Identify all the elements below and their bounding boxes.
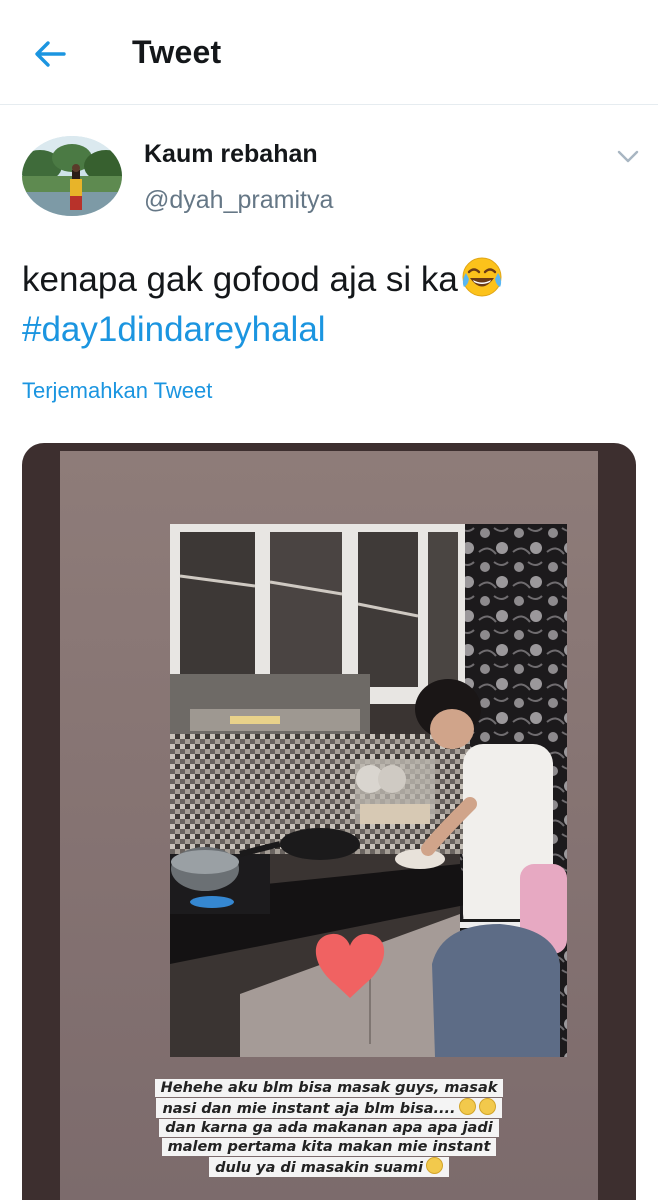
caption-line: malem pertama kita makan mie instant [161,1138,497,1156]
story-caption: Hehehe aku blm bisa masak guys, masak na… [140,1079,518,1178]
caption-line: dan karna ga ada makanan apa apa jadi [159,1119,499,1137]
more-options-button[interactable] [614,144,642,168]
caption-line: dulu ya di masakin suami [209,1157,449,1177]
avatar[interactable] [22,136,122,216]
chevron-down-icon [617,150,639,163]
caption-line: nasi dan mie instant aja blm bisa.... [156,1098,502,1118]
drooling-face-icon [425,1157,443,1174]
worried-face-icon [458,1098,476,1115]
story-screenshot: Hehehe aku blm bisa masak guys, masak na… [60,451,598,1200]
tweet-body: kenapa gak gofood aja si ka [22,260,458,299]
tweet-media[interactable]: Hehehe aku blm bisa masak guys, masak na… [22,443,636,1200]
top-bar: Tweet [0,0,658,105]
sweat-face-icon [478,1098,496,1115]
translate-tweet-link[interactable]: Terjemahkan Tweet [22,378,212,404]
user-handle[interactable]: @dyah_pramitya [144,186,333,215]
face-with-tears-of-joy-icon [460,255,504,299]
display-name[interactable]: Kaum rebahan [144,140,318,169]
tweet-text: kenapa gak gofood aja si ka #day1dindare… [22,255,622,355]
avatar-image [22,136,122,216]
back-arrow-icon [35,41,66,67]
back-button[interactable] [30,36,70,72]
kitchen-photo [170,524,567,1057]
page-title: Tweet [132,34,222,70]
caption-line: Hehehe aku blm bisa masak guys, masak [154,1079,504,1097]
hashtag-link[interactable]: #day1dindareyhalal [22,310,326,349]
